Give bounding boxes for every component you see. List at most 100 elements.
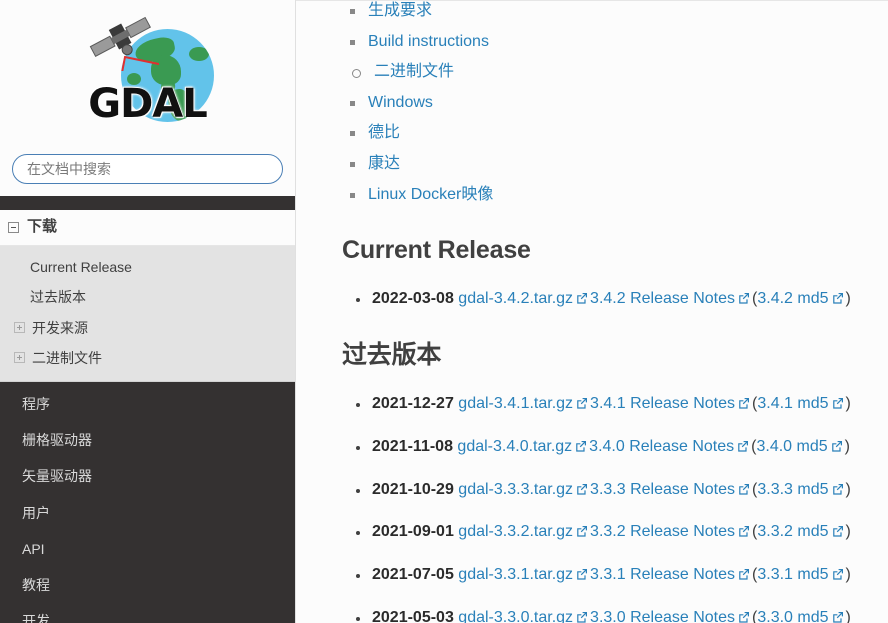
paren-close: ) — [844, 437, 850, 455]
external-link-icon — [576, 397, 588, 409]
external-link-icon — [738, 483, 750, 495]
release-notes-link[interactable]: 3.4.1 Release Notes — [590, 395, 735, 412]
sidebar-item-label: 二进制文件 — [32, 349, 102, 366]
external-link-icon — [575, 440, 587, 452]
sidebar-subnav: Current Release 过去版本 开发来源 二进制文件 — [0, 246, 295, 382]
release-tarball-link[interactable]: gdal-3.4.2.tar.gz — [458, 290, 573, 307]
external-link-icon — [576, 483, 588, 495]
sidebar-item-label: Current Release — [30, 259, 132, 276]
table-of-contents: 生成要求 Build instructions 二进制文件 Windows 德比… — [342, 0, 874, 205]
heading-past-releases: 过去版本 — [342, 340, 442, 369]
external-link-icon — [832, 483, 844, 495]
release-tarball-link[interactable]: gdal-3.3.3.tar.gz — [458, 481, 573, 498]
release-row: 2021-07-05 gdal-3.3.1.tar.gz 3.3.1 Releas… — [342, 565, 874, 586]
toc-item: Build instructions — [342, 31, 874, 53]
sidebar-item-label: 用户 — [22, 504, 50, 521]
main-content: 生成要求 Build instructions 二进制文件 Windows 德比… — [296, 0, 888, 623]
release-date: 2021-10-29 — [372, 480, 454, 498]
sidebar-item-label: 开发 — [22, 613, 50, 623]
sidebar-item-development-source[interactable]: 开发来源 — [0, 313, 295, 343]
release-md5-link[interactable]: 3.4.1 md5 — [757, 395, 828, 412]
expand-plus-icon[interactable] — [14, 322, 25, 334]
release-notes-link[interactable]: 3.3.1 Release Notes — [590, 566, 735, 583]
release-row: 2022-03-08 gdal-3.4.2.tar.gz 3.4.2 Releas… — [342, 289, 874, 310]
toc-item: 德比 — [342, 122, 874, 144]
sidebar-item-label: 教程 — [22, 576, 50, 593]
release-date: 2022-03-08 — [372, 290, 454, 308]
toc-item: 二进制文件 — [342, 61, 874, 83]
sidebar-item-users[interactable]: 用户 — [0, 495, 295, 531]
release-date: 2021-11-08 — [372, 437, 453, 455]
sidebar-item-tutorials[interactable]: 教程 — [0, 567, 295, 603]
sidebar-item-label: API — [22, 540, 45, 557]
release-md5-link[interactable]: 3.4.0 md5 — [756, 438, 827, 455]
release-notes-link[interactable]: 3.4.0 Release Notes — [589, 438, 734, 455]
release-tarball-link[interactable]: gdal-3.4.0.tar.gz — [457, 438, 572, 455]
release-tarball-link[interactable]: gdal-3.3.2.tar.gz — [458, 523, 573, 540]
toc-item: 康达 — [342, 153, 874, 175]
sidebar-nav: 下载 Current Release 过去版本 开发来源 二进制文件 程序 栅格… — [0, 210, 295, 623]
sidebar-item-raster-drivers[interactable]: 栅格驱动器 — [0, 422, 295, 458]
release-notes-link[interactable]: 3.3.0 Release Notes — [590, 609, 735, 623]
release-row: 2021-11-08 gdal-3.4.0.tar.gz 3.4.0 Releas… — [342, 437, 874, 458]
external-link-icon — [738, 397, 750, 409]
sidebar-item-label: 栅格驱动器 — [22, 432, 92, 449]
toc-item: Windows — [342, 92, 874, 114]
release-date: 2021-07-05 — [372, 566, 454, 584]
release-tarball-link[interactable]: gdal-3.4.1.tar.gz — [458, 395, 573, 412]
gdal-logo-icon: GDAL — [73, 9, 223, 144]
toc-link-linux-docker[interactable]: Linux Docker映像 — [368, 186, 493, 203]
release-md5-link[interactable]: 3.3.1 md5 — [757, 566, 828, 583]
toc-link-windows[interactable]: Windows — [368, 94, 433, 111]
release-notes-link[interactable]: 3.4.2 Release Notes — [590, 290, 735, 307]
sidebar-item-label: 程序 — [22, 395, 50, 412]
sidebar-divider — [0, 196, 295, 211]
external-link-icon — [831, 440, 843, 452]
release-md5-link[interactable]: 3.4.2 md5 — [757, 290, 828, 307]
sidebar-item-label: 矢量驱动器 — [22, 468, 92, 485]
sidebar-item-development[interactable]: 开发 — [0, 603, 295, 623]
release-md5-link[interactable]: 3.3.0 md5 — [757, 609, 828, 623]
collapse-minus-icon[interactable] — [8, 221, 19, 233]
search-container — [0, 148, 295, 196]
paren-close: ) — [845, 523, 851, 541]
sidebar-main-nav: 程序 栅格驱动器 矢量驱动器 用户 API 教程 开发 — [0, 381, 295, 623]
sidebar-section-label: 下载 — [27, 218, 58, 236]
toc-item: 生成要求 — [342, 0, 874, 22]
release-md5-link[interactable]: 3.3.3 md5 — [757, 481, 828, 498]
toc-link-build-requirements[interactable]: 生成要求 — [368, 2, 432, 19]
external-link-icon — [738, 292, 750, 304]
sidebar-section-download[interactable]: 下载 — [0, 210, 295, 247]
external-link-icon — [576, 568, 588, 580]
release-notes-link[interactable]: 3.3.2 Release Notes — [590, 523, 735, 540]
release-md5-link[interactable]: 3.3.2 md5 — [757, 523, 828, 540]
sidebar-item-programs[interactable]: 程序 — [0, 386, 295, 422]
release-tarball-link[interactable]: gdal-3.3.1.tar.gz — [458, 566, 573, 583]
logo-container[interactable]: GDAL — [0, 0, 295, 148]
toc-link-build-instructions[interactable]: Build instructions — [368, 33, 489, 50]
page-root: GDAL 下载 Current Release 过去版本 — [0, 0, 888, 623]
heading-current-release: Current Release — [342, 236, 531, 265]
sidebar-item-vector-drivers[interactable]: 矢量驱动器 — [0, 458, 295, 494]
expand-plus-icon[interactable] — [14, 352, 25, 364]
sidebar-item-current-release[interactable]: Current Release — [0, 252, 295, 282]
sidebar-item-api[interactable]: API — [0, 531, 295, 567]
paren-close: ) — [845, 290, 851, 308]
toc-link-conda[interactable]: 康达 — [368, 155, 400, 172]
sidebar-item-past-releases[interactable]: 过去版本 — [0, 282, 295, 312]
external-link-icon — [738, 611, 750, 623]
sidebar-item-label: 过去版本 — [30, 289, 86, 306]
external-link-icon — [832, 568, 844, 580]
external-link-icon — [738, 525, 750, 537]
search-input[interactable] — [12, 154, 283, 184]
paren-close: ) — [845, 480, 851, 498]
toc-link-binaries[interactable]: 二进制文件 — [374, 63, 454, 80]
release-row: 2021-09-01 gdal-3.3.2.tar.gz 3.3.2 Releas… — [342, 522, 874, 543]
external-link-icon — [832, 525, 844, 537]
release-tarball-link[interactable]: gdal-3.3.0.tar.gz — [458, 609, 573, 623]
release-row: 2021-10-29 gdal-3.3.3.tar.gz 3.3.3 Releas… — [342, 480, 874, 501]
sidebar-item-binaries[interactable]: 二进制文件 — [0, 343, 295, 373]
release-notes-link[interactable]: 3.3.3 Release Notes — [590, 481, 735, 498]
toc-link-debian[interactable]: 德比 — [368, 124, 400, 141]
paren-close: ) — [845, 608, 851, 623]
